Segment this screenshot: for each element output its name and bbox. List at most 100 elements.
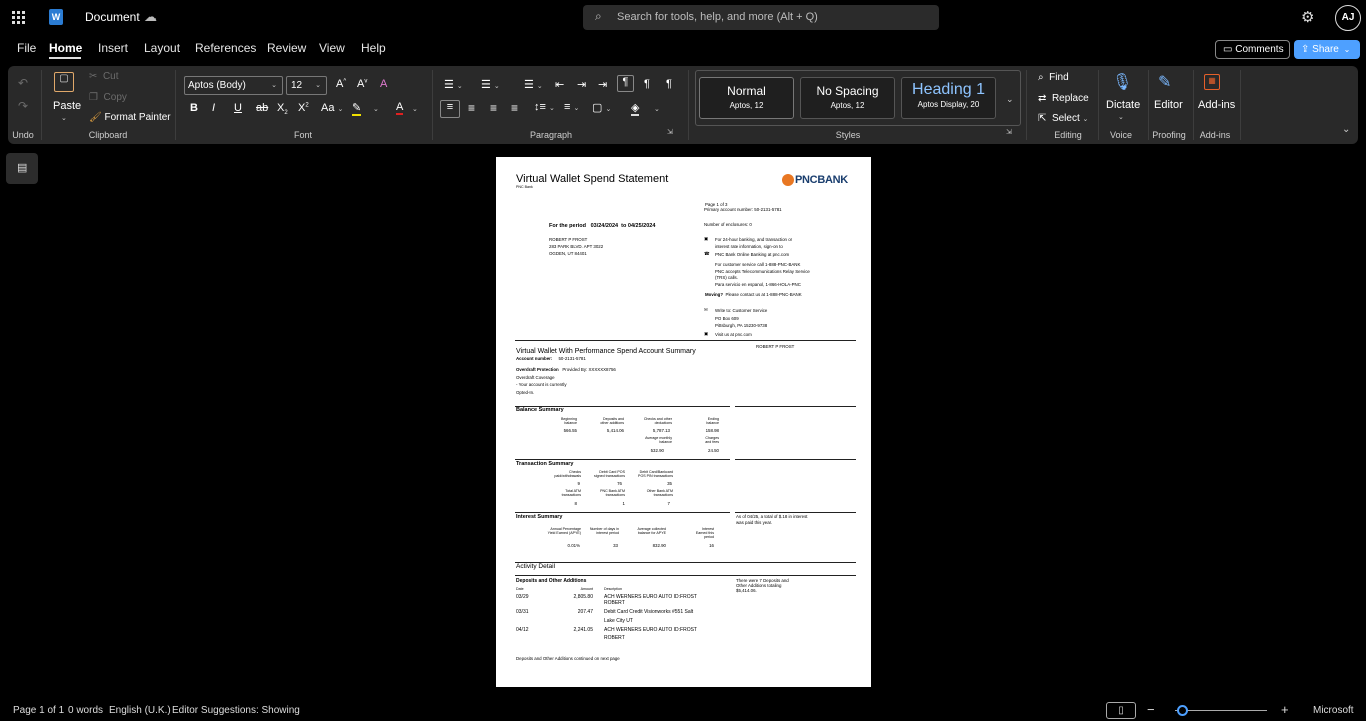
decrease-indent-icon[interactable]: ⇤	[555, 78, 564, 91]
tab-insert[interactable]: Insert	[98, 41, 128, 55]
redo-icon[interactable]: ↷	[18, 99, 28, 113]
rtl-icon[interactable]: ¶	[617, 75, 634, 92]
grow-font-icon[interactable]: A^	[336, 78, 346, 90]
web-icon: ▣	[704, 331, 709, 336]
style-no-spacing[interactable]: No Spacing Aptos, 12	[800, 77, 895, 119]
account-avatar[interactable]: AJ	[1335, 5, 1361, 31]
editor-button[interactable]: Editor	[1154, 99, 1183, 111]
subscript-icon[interactable]: X2	[277, 102, 288, 116]
bold-icon[interactable]: B	[190, 102, 198, 114]
justify-icon[interactable]: ≡	[511, 101, 518, 115]
highlight-icon[interactable]: ✎	[352, 101, 362, 116]
app-launcher-icon[interactable]	[12, 11, 25, 24]
tab-file[interactable]: File	[17, 41, 36, 55]
shading-icon[interactable]: ◈	[631, 101, 640, 116]
tab-references[interactable]: References	[195, 41, 256, 55]
highlight-dropdown-icon[interactable]: ⌄	[373, 105, 379, 113]
clear-formatting-icon[interactable]: A	[380, 78, 387, 90]
font-size-select[interactable]: 12 ⌄	[286, 76, 327, 95]
addins-icon[interactable]: ▦	[1204, 74, 1220, 90]
cut-button[interactable]: ✂ Cut	[89, 71, 119, 82]
title-bar: W Document ☁ ⌕ Search for tools, help, a…	[0, 0, 1366, 36]
paste-icon[interactable]: ▢	[54, 72, 74, 92]
align-center-icon[interactable]: ≡	[468, 101, 475, 115]
status-language[interactable]: English (U.K.)	[109, 705, 171, 716]
find-button[interactable]: ⌕ Find	[1038, 72, 1069, 83]
borders-icon[interactable]: ▢ ⌄	[592, 101, 611, 114]
italic-icon[interactable]: I	[212, 102, 215, 114]
tab-home[interactable]: Home	[49, 41, 82, 55]
search-icon: ⌕	[595, 9, 602, 23]
dictate-dropdown-icon[interactable]: ⌄	[1118, 113, 1124, 121]
ltr-icon[interactable]: ⇥	[598, 78, 607, 91]
paragraph-spacing-icon[interactable]: ≡ ⌄	[564, 101, 579, 113]
font-color-icon[interactable]: A	[396, 101, 404, 115]
style-heading-1[interactable]: Heading 1 Aptos Display, 20	[901, 77, 996, 119]
banking-line-1: For 24-hour banking, and transaction or	[715, 237, 793, 242]
cloud-saved-icon[interactable]: ☁	[144, 9, 157, 25]
editor-icon[interactable]: ✎	[1158, 72, 1171, 92]
navigation-pane-button[interactable]: ▤	[6, 153, 38, 184]
status-page[interactable]: Page 1 of 1	[13, 705, 64, 716]
zoom-slider-thumb[interactable]	[1177, 705, 1188, 716]
tab-layout[interactable]: Layout	[144, 41, 180, 55]
cut-icon: ✂	[89, 71, 98, 82]
zoom-in-icon[interactable]: +	[1281, 702, 1289, 717]
settings-icon[interactable]: ⚙	[1301, 8, 1314, 26]
dictate-button[interactable]: Dictate	[1106, 99, 1140, 111]
ribbon-collapse-icon[interactable]: ⌄	[1342, 124, 1350, 135]
microphone-icon[interactable]: 🎙	[1112, 72, 1132, 92]
copy-button[interactable]: ❐ Copy	[89, 92, 127, 103]
paragraph-dialog-icon[interactable]: ⇲	[667, 128, 673, 136]
page-view-icon: ▯	[1118, 705, 1124, 716]
tab-review[interactable]: Review	[267, 41, 306, 55]
comments-button[interactable]: ▭ Comments	[1215, 40, 1290, 59]
tab-help[interactable]: Help	[361, 41, 386, 55]
cursor-icon: ⇱	[1038, 113, 1047, 124]
search-placeholder: Search for tools, help, and more (Alt + …	[617, 11, 818, 23]
tab-view[interactable]: View	[319, 41, 345, 55]
superscript-icon[interactable]: X2	[298, 102, 309, 114]
paste-button[interactable]: Paste	[53, 100, 81, 112]
show-marks-icon[interactable]: ¶	[666, 78, 672, 90]
line-spacing-icon[interactable]: ↕≡ ⌄	[534, 101, 555, 113]
pnc-logo-mark	[782, 174, 794, 186]
font-color-dropdown-icon[interactable]: ⌄	[412, 105, 418, 113]
undo-icon[interactable]: ↶	[18, 76, 28, 90]
shading-dropdown-icon[interactable]: ⌄	[654, 105, 660, 113]
overdraft-line-1: Overdraft Coverage	[516, 375, 555, 380]
account-number: Account number: 50-2131-5781	[516, 356, 586, 361]
replace-button[interactable]: ⇄ Replace	[1038, 93, 1089, 104]
format-painter-button[interactable]: 🖌 Format Painter	[89, 112, 171, 123]
styles-dialog-icon[interactable]: ⇲	[1006, 128, 1012, 136]
document-page[interactable]: Virtual Wallet Spend Statement PNC Bank …	[496, 157, 871, 687]
increase-indent-icon[interactable]: ⇥	[577, 78, 586, 91]
change-case-icon[interactable]: Aa ⌄	[321, 102, 343, 114]
strikethrough-icon[interactable]: ab	[256, 102, 268, 114]
align-left-icon[interactable]: ≡	[440, 100, 460, 118]
font-family-select[interactable]: Aptos (Body) ⌄	[184, 76, 283, 95]
document-title[interactable]: Document	[85, 10, 140, 24]
balance-v2: 5,414.06	[606, 428, 624, 433]
multilevel-list-icon[interactable]: ☰ ⌄	[524, 78, 543, 91]
addins-button[interactable]: Add-ins	[1198, 99, 1235, 111]
computer-icon: ▣	[704, 236, 709, 241]
style-normal[interactable]: Normal Aptos, 12	[699, 77, 794, 119]
underline-icon[interactable]: U	[234, 102, 242, 114]
status-words[interactable]: 0 words	[68, 705, 103, 716]
share-button[interactable]: ⇪ Share ⌄	[1294, 40, 1360, 59]
paragraph-direction-icon[interactable]: ¶	[644, 78, 650, 90]
zoom-slider[interactable]	[1175, 710, 1267, 711]
select-button[interactable]: ⇱ Select ⌄	[1038, 113, 1088, 124]
numbering-icon[interactable]: ☰ ⌄	[481, 78, 500, 91]
paste-dropdown-icon[interactable]: ⌄	[61, 114, 67, 122]
bullets-icon[interactable]: ☰ ⌄	[444, 78, 463, 91]
shrink-font-icon[interactable]: Av	[357, 78, 367, 90]
styles-more-icon[interactable]: ⌄	[1006, 94, 1014, 105]
align-right-icon[interactable]: ≡	[490, 101, 497, 115]
zoom-out-icon[interactable]: −	[1147, 702, 1155, 717]
voice-group-label: Voice	[1109, 130, 1133, 140]
search-box[interactable]: ⌕ Search for tools, help, and more (Alt …	[583, 5, 939, 30]
print-layout-button[interactable]: ▯	[1106, 702, 1136, 719]
status-editor[interactable]: Editor Suggestions: Showing	[172, 705, 300, 716]
